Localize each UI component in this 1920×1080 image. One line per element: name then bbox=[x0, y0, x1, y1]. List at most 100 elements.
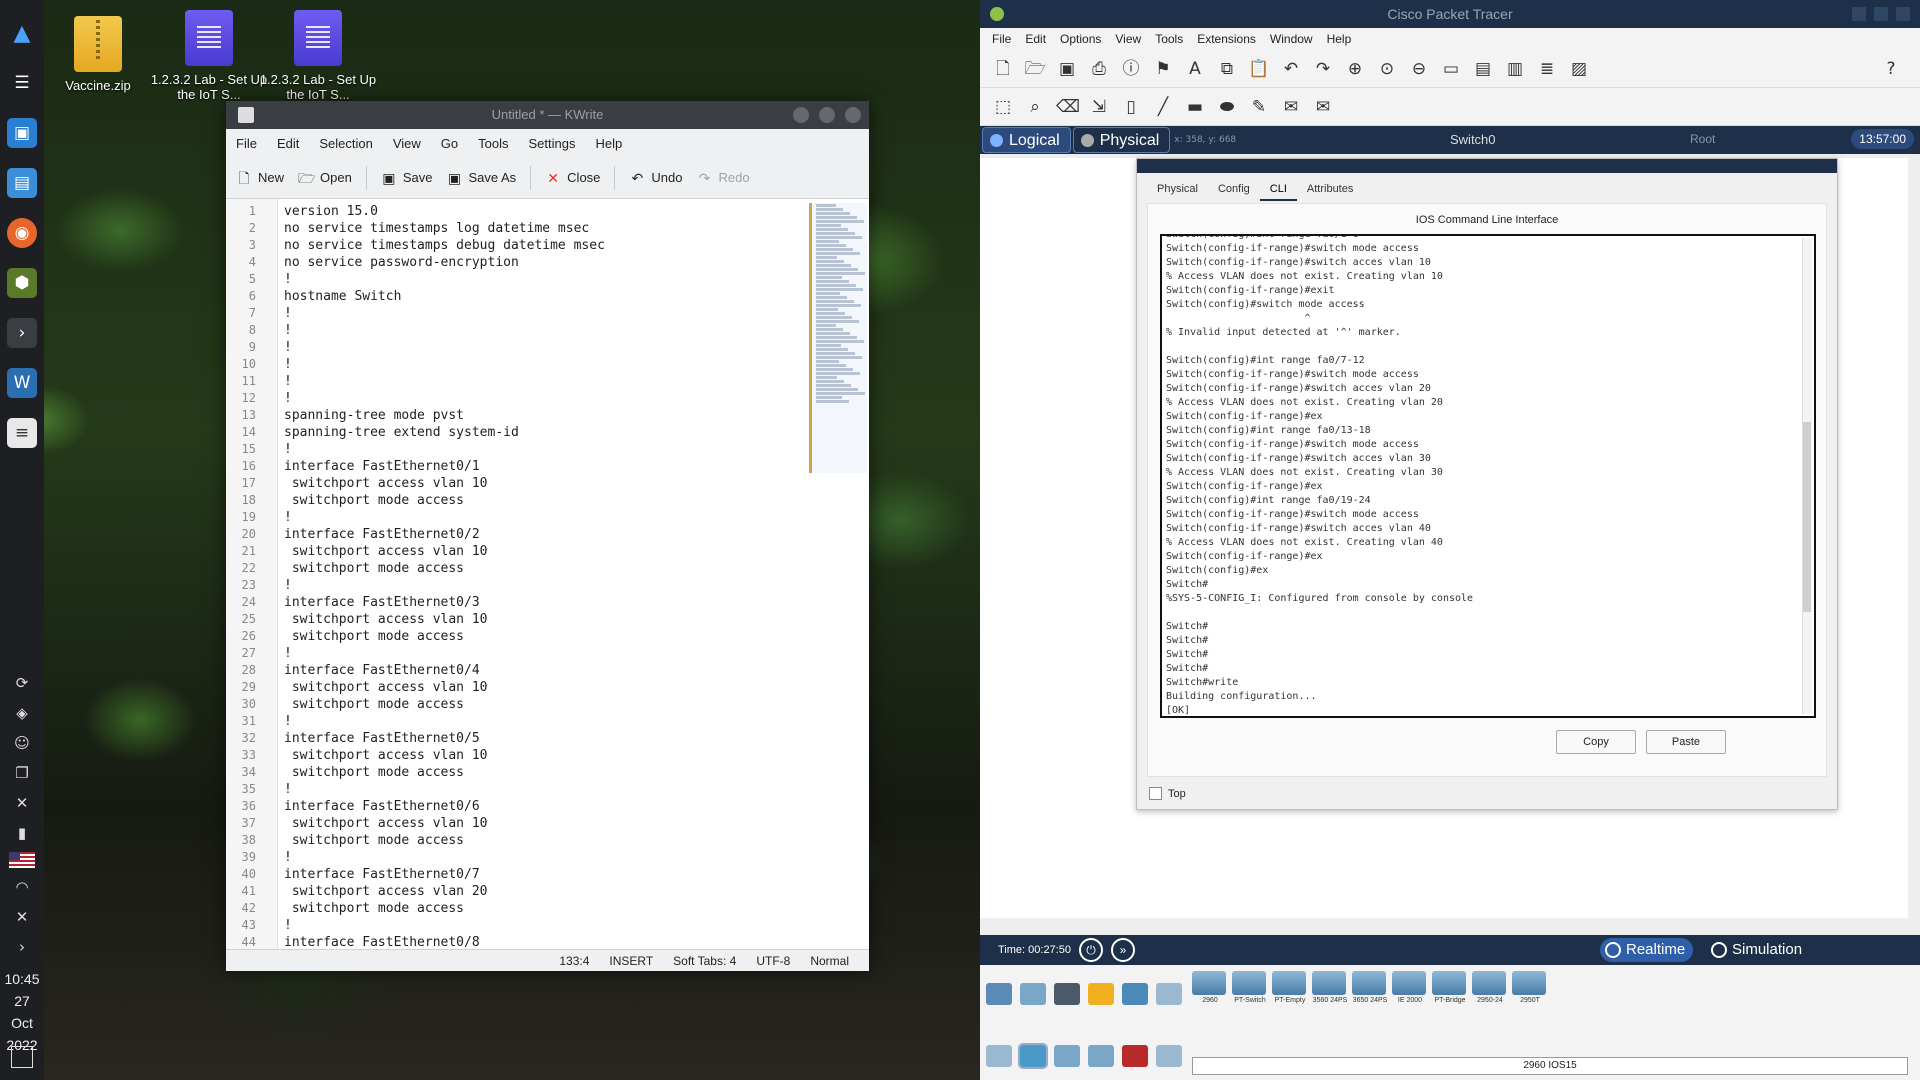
clock[interactable]: 10:45 27 Oct 2022 bbox=[4, 968, 39, 1056]
device-item[interactable]: 2960 bbox=[1192, 971, 1228, 1004]
new-button[interactable]: 🗋 New bbox=[236, 170, 284, 186]
code-line[interactable]: interface FastEthernet0/2 bbox=[284, 526, 605, 543]
code-line[interactable]: interface FastEthernet0/5 bbox=[284, 730, 605, 747]
expand-tray-icon[interactable]: › bbox=[9, 936, 35, 958]
kwrite-titlebar[interactable]: Untitled * — KWrite bbox=[226, 101, 869, 129]
tab-physical[interactable]: Physical bbox=[1072, 127, 1171, 153]
sync-icon[interactable]: ⟳ bbox=[9, 672, 35, 694]
code-line[interactable]: version 15.0 bbox=[284, 203, 605, 220]
drawing-palette-icon[interactable]: ▭ bbox=[1440, 58, 1462, 80]
device-item[interactable]: PT-Empty bbox=[1272, 971, 1308, 1004]
activity-wizard-icon[interactable]: A bbox=[1184, 58, 1206, 80]
misc-category-icon[interactable] bbox=[1122, 983, 1148, 1005]
redo-button[interactable]: ↷ Redo bbox=[697, 170, 750, 186]
wifi-icon[interactable]: ◠ bbox=[9, 876, 35, 898]
device-item[interactable]: PT-Switch bbox=[1232, 971, 1268, 1004]
code-line[interactable]: switchport mode access bbox=[284, 832, 605, 849]
info-icon[interactable]: ⓘ bbox=[1120, 58, 1142, 80]
code-line[interactable]: hostname Switch bbox=[284, 288, 605, 305]
print-icon[interactable]: ⎙ bbox=[1088, 58, 1110, 80]
network-wizard-icon[interactable]: ⚑ bbox=[1152, 58, 1174, 80]
code-line[interactable]: ! bbox=[284, 373, 605, 390]
simple-pdu-icon[interactable]: ✉ bbox=[1280, 96, 1302, 118]
complex-pdu-icon[interactable]: ✉ bbox=[1312, 96, 1334, 118]
encoding[interactable]: UTF-8 bbox=[756, 954, 790, 968]
desktop-icon-lab-doc-1[interactable]: 1.2.3.2 Lab - Set Up the IoT S... bbox=[149, 10, 269, 102]
code-line[interactable]: ! bbox=[284, 917, 605, 934]
tab-attributes[interactable]: Attributes bbox=[1297, 177, 1363, 201]
wireless-subcategory-icon[interactable] bbox=[1088, 1045, 1114, 1067]
maximize-button[interactable] bbox=[819, 107, 835, 123]
discord-icon[interactable]: ◈ bbox=[9, 702, 35, 724]
components-category-icon[interactable] bbox=[1054, 983, 1080, 1005]
code-line[interactable]: spanning-tree mode pvst bbox=[284, 407, 605, 424]
open-folder-icon[interactable]: 🗁 bbox=[1024, 58, 1046, 80]
resize-icon[interactable]: ⇲ bbox=[1088, 96, 1110, 118]
zoom-in-icon[interactable]: ⊕ bbox=[1344, 58, 1366, 80]
insert-mode[interactable]: INSERT bbox=[609, 954, 653, 968]
code-line[interactable]: switchport mode access bbox=[284, 560, 605, 577]
document-text[interactable]: version 15.0 no service timestamps log da… bbox=[284, 203, 605, 949]
new-file-icon[interactable]: 🗋 bbox=[992, 58, 1014, 80]
save-icon[interactable]: ▣ bbox=[1056, 58, 1078, 80]
menu-go[interactable]: Go bbox=[439, 136, 470, 151]
zoom-out-icon[interactable]: ⊖ bbox=[1408, 58, 1430, 80]
code-line[interactable]: ! bbox=[284, 339, 605, 356]
code-line[interactable]: ! bbox=[284, 356, 605, 373]
volume-muted-icon[interactable]: ✕ bbox=[9, 906, 35, 928]
security-subcategory-icon[interactable] bbox=[1122, 1045, 1148, 1067]
code-line[interactable]: switchport mode access bbox=[284, 492, 605, 509]
menu-file[interactable]: File bbox=[234, 136, 269, 151]
always-on-top-checkbox[interactable]: Top bbox=[1149, 787, 1186, 800]
code-line[interactable]: ! bbox=[284, 713, 605, 730]
ellipse-icon[interactable]: ⬬ bbox=[1216, 96, 1238, 118]
code-line[interactable]: ! bbox=[284, 305, 605, 322]
menu-extensions[interactable]: Extensions bbox=[1197, 32, 1256, 46]
undo-button[interactable]: ↶ Undo bbox=[629, 170, 683, 186]
maximize-button[interactable] bbox=[1874, 7, 1888, 21]
code-line[interactable]: interface FastEthernet0/6 bbox=[284, 798, 605, 815]
menu-tools[interactable]: Tools bbox=[1155, 32, 1183, 46]
settings-panel-icon[interactable]: ☰ bbox=[7, 68, 37, 98]
device-item[interactable]: 2950-24 bbox=[1472, 971, 1508, 1004]
line-icon[interactable]: ╱ bbox=[1152, 96, 1174, 118]
close-window-button[interactable] bbox=[845, 107, 861, 123]
minimize-button[interactable] bbox=[1852, 7, 1866, 21]
code-line[interactable]: switchport access vlan 10 bbox=[284, 475, 605, 492]
code-line[interactable]: ! bbox=[284, 271, 605, 288]
menu-selection[interactable]: Selection bbox=[317, 136, 384, 151]
code-line[interactable]: interface FastEthernet0/4 bbox=[284, 662, 605, 679]
code-line[interactable]: ! bbox=[284, 645, 605, 662]
device-item[interactable]: 2950T bbox=[1512, 971, 1548, 1004]
open-button[interactable]: 🗁 Open bbox=[298, 170, 352, 186]
freeform-icon[interactable]: ✎ bbox=[1248, 96, 1270, 118]
clipboard-icon[interactable]: ❐ bbox=[9, 762, 35, 784]
end-devices-category-icon[interactable] bbox=[1020, 983, 1046, 1005]
code-line[interactable]: switchport access vlan 10 bbox=[284, 679, 605, 696]
packet-tracer-icon[interactable]: ⬢ bbox=[7, 268, 37, 298]
save-as-button[interactable]: ▣ Save As bbox=[446, 170, 516, 186]
code-line[interactable]: switchport access vlan 10 bbox=[284, 815, 605, 832]
code-line[interactable]: switchport access vlan 10 bbox=[284, 611, 605, 628]
packet-tracer-titlebar[interactable]: Cisco Packet Tracer bbox=[980, 0, 1920, 28]
code-line[interactable]: switchport access vlan 10 bbox=[284, 747, 605, 764]
fast-forward-icon[interactable]: » bbox=[1110, 938, 1135, 962]
paste-button[interactable]: Paste bbox=[1646, 730, 1726, 754]
text-editor-area[interactable]: 1 2 3 4 5 6 7 8 9 10 11 12 13 14 15 16 17 18 19 20 21 22 23 24 2… bbox=[226, 199, 869, 949]
tab-cli[interactable]: CLI bbox=[1259, 177, 1297, 201]
dialog-titlebar[interactable] bbox=[1137, 159, 1837, 173]
routers-subcategory-icon[interactable] bbox=[986, 1045, 1012, 1067]
logical-workspace[interactable]: Physical Config CLI Attributes IOS Comma… bbox=[980, 158, 1908, 918]
menu-tools[interactable]: Tools bbox=[476, 136, 520, 151]
cli-terminal[interactable]: Switch(config)#int range fa0/1-6 Switch(c… bbox=[1160, 234, 1816, 718]
desktop-icon-vaccine-zip[interactable]: Vaccine.zip bbox=[38, 16, 158, 93]
code-line[interactable]: switchport mode access bbox=[284, 764, 605, 781]
code-line[interactable]: ! bbox=[284, 509, 605, 526]
code-line[interactable]: ! bbox=[284, 390, 605, 407]
delete-icon[interactable]: ⌫ bbox=[1056, 96, 1080, 118]
store-icon[interactable]: ▣ bbox=[7, 118, 37, 148]
code-line[interactable]: no service timestamps debug datetime mse… bbox=[284, 237, 605, 254]
code-line[interactable]: ! bbox=[284, 577, 605, 594]
document-viewer-icon[interactable]: ≡ bbox=[7, 418, 37, 448]
mute-icon[interactable]: ✕ bbox=[9, 792, 35, 814]
